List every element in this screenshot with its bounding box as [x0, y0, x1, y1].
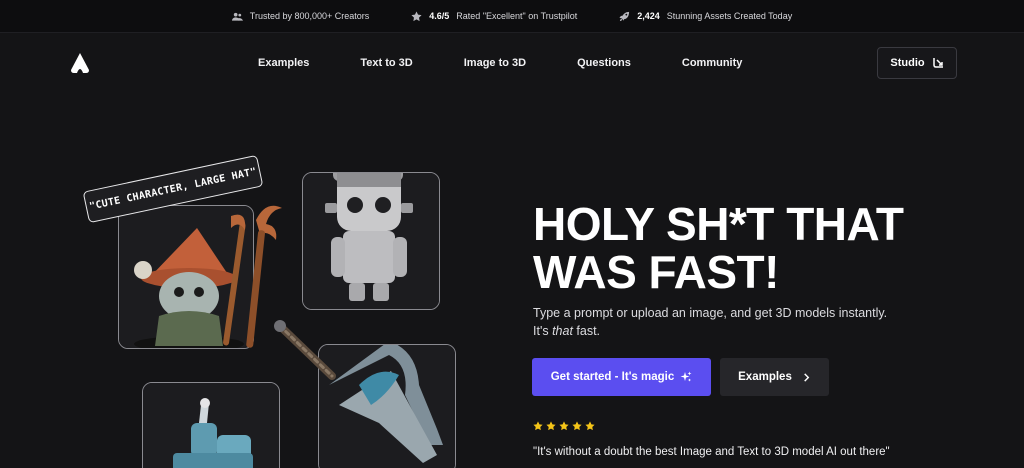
hero-title: HOLY SH*T THAT WAS FAST!: [533, 200, 953, 296]
nav-link-text-to-3d[interactable]: Text to 3D: [360, 57, 412, 69]
stat-assets-value: 2,424: [637, 11, 660, 21]
hero-subtitle: Type a prompt or upload an image, and ge…: [533, 304, 933, 340]
hero-subtitle-pre: It's: [533, 324, 553, 338]
star-icon: [411, 10, 422, 21]
hero-subtitle-post: fast.: [572, 324, 601, 338]
rating-star-icon: [585, 421, 595, 431]
stat-creators-text: Trusted by 800,000+ Creators: [249, 11, 370, 21]
logo-icon[interactable]: [70, 52, 90, 74]
robot-figure-image: [143, 383, 279, 468]
top-stats-bar: Trusted by 800,000+ Creators 4.6/5 Rated…: [0, 0, 1024, 33]
testimonial-quote: "It's without a doubt the best Image and…: [533, 446, 890, 458]
nav-link-community[interactable]: Community: [682, 57, 743, 69]
get-started-button[interactable]: Get started - It's magic: [532, 358, 711, 396]
rocket-icon: [619, 11, 630, 21]
studio-button-label: Studio: [890, 57, 925, 69]
rating-star-icon: [559, 421, 569, 431]
wizard-staff-image: [246, 205, 282, 348]
nav-links: Examples Text to 3D Image to 3D Question…: [258, 57, 742, 69]
nav-link-image-to-3d[interactable]: Image to 3D: [464, 57, 526, 69]
get-started-button-label: Get started - It's magic: [550, 371, 675, 383]
hero-subtitle-line1: Type a prompt or upload an image, and ge…: [533, 306, 888, 320]
studio-button[interactable]: Studio: [877, 47, 957, 79]
showcase-card-robot: [142, 382, 280, 468]
rating-star-icon: [533, 421, 543, 431]
examples-button-label: Examples: [738, 371, 792, 383]
rating-star-icon: [546, 421, 556, 431]
rating-stars: [533, 421, 595, 431]
hero-subtitle-line2: It's that fast.: [533, 322, 933, 340]
nav-link-examples[interactable]: Examples: [258, 57, 309, 69]
stat-rating-value: 4.6/5: [429, 11, 450, 21]
users-icon: [231, 12, 243, 21]
chevron-right-icon: [804, 372, 810, 382]
rating-star-icon: [572, 421, 582, 431]
showcase-card-frankenstein: [302, 172, 440, 310]
nav-link-questions[interactable]: Questions: [577, 57, 631, 69]
stat-assets: 2,424 Stunning Assets Created Today: [619, 11, 792, 22]
hero-subtitle-emphasis: that: [552, 324, 573, 338]
main-nav: Examples Text to 3D Image to 3D Question…: [0, 33, 1024, 95]
hero-title-line1: HOLY SH*T THAT: [533, 198, 904, 250]
hero-title-line2: WAS FAST!: [533, 246, 779, 298]
sparkles-icon: [680, 371, 692, 382]
stat-rating-text: Rated "Excellent" on Trustpilot: [456, 11, 578, 21]
stat-rating: 4.6/5 Rated "Excellent" on Trustpilot: [411, 10, 578, 22]
stat-creators: Trusted by 800,000+ Creators: [231, 11, 370, 22]
frankenstein-figure-image: [303, 173, 439, 309]
crop-arrow-icon: [932, 58, 943, 68]
stat-assets-text: Stunning Assets Created Today: [666, 11, 793, 21]
examples-button[interactable]: Examples: [720, 358, 829, 396]
